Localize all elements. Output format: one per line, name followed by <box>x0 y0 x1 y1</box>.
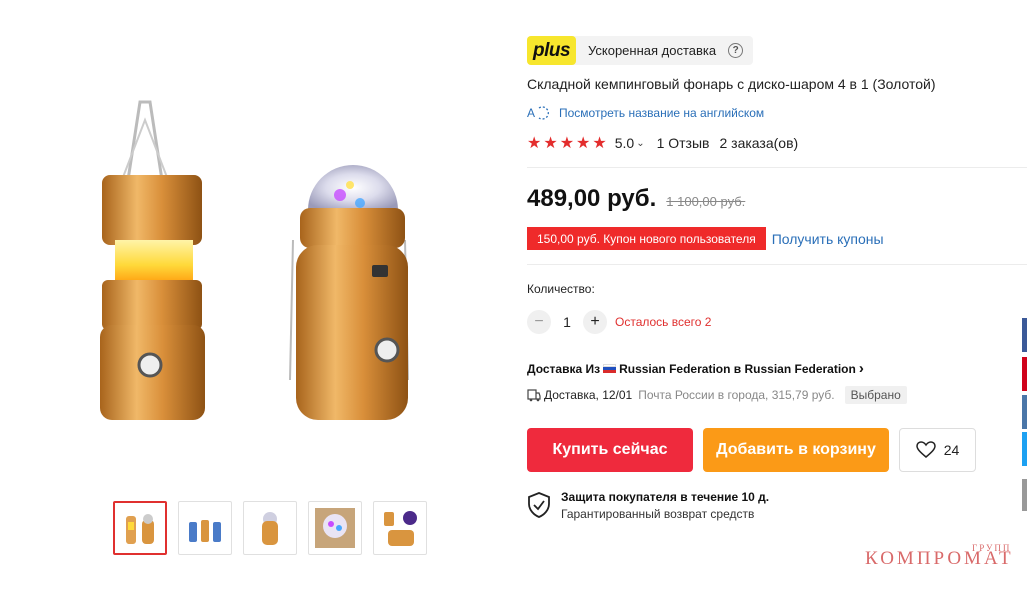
watermark: КОМПРОМАТ <box>865 548 1014 569</box>
quantity-stepper: − 1 + Осталось всего 2 <box>527 310 711 334</box>
coupon-row: 150,00 руб. Купон нового пользователя По… <box>527 227 884 250</box>
wishlist-count: 24 <box>943 442 960 458</box>
product-gallery <box>0 0 500 589</box>
buyer-protection[interactable]: Защита покупателя в течение 10 д. Гарант… <box>527 490 769 521</box>
wishlist-button[interactable]: 24 <box>899 428 976 472</box>
rating-row: ★ ★ ★ ★ ★ 5.0 ⌄ 1 Отзыв 2 заказа(ов) <box>527 133 798 153</box>
divider <box>527 264 1027 265</box>
add-to-cart-button[interactable]: Добавить в корзину <box>703 428 889 472</box>
quantity-label: Количество: <box>527 282 595 296</box>
old-price: 1 100,00 руб. <box>666 194 746 209</box>
heart-icon <box>915 441 936 458</box>
delivery-prefix: Доставка Из <box>527 361 601 376</box>
help-icon[interactable]: ? <box>728 43 744 58</box>
star-icon: ★ <box>543 135 558 152</box>
current-price: 489,00 руб. <box>527 185 657 212</box>
get-coupons-link[interactable]: Получить купоны <box>772 231 884 247</box>
selected-badge: Выбрано <box>844 386 907 404</box>
action-buttons: Купить сейчас Добавить в корзину 24 <box>527 428 976 472</box>
reviews-count[interactable]: 1 Отзыв <box>657 135 710 151</box>
plus-delivery-banner[interactable]: plus Ускоренная доставка ? <box>527 36 754 65</box>
divider <box>527 167 1027 168</box>
quantity-increase-button[interactable]: + <box>583 310 607 334</box>
main-product-image[interactable] <box>60 80 440 440</box>
russia-flag-icon <box>603 364 617 373</box>
delivery-date: Доставка, 12/01 <box>544 388 633 402</box>
quantity-decrease-button[interactable]: − <box>527 310 551 334</box>
share-vk-button[interactable] <box>1022 395 1027 429</box>
shield-check-icon <box>528 492 550 518</box>
star-icon: ★ <box>559 135 575 152</box>
star-icon: ★ <box>576 135 591 152</box>
price-row: 489,00 руб. 1 100,00 руб. <box>527 185 745 213</box>
share-pinterest-button[interactable] <box>1022 357 1027 391</box>
star-icon: ★ <box>527 135 542 152</box>
buy-now-button[interactable]: Купить сейчас <box>527 428 693 472</box>
new-user-coupon-badge: 150,00 руб. Купон нового пользователя <box>527 227 766 250</box>
plus-badge: plus <box>527 36 576 65</box>
svg-text:A: A <box>527 106 535 120</box>
translate-link-text: Посмотреть название на английском <box>559 106 765 120</box>
delivery-method: Почта России в города, 315,79 руб. <box>638 388 835 402</box>
share-more-button[interactable] <box>1022 479 1027 511</box>
rating-stars: ★ ★ ★ ★ ★ <box>527 133 607 153</box>
fast-delivery-label: Ускоренная доставка <box>588 43 717 58</box>
thumbnail-3[interactable] <box>243 501 297 555</box>
thumbnail-4[interactable] <box>308 501 362 555</box>
star-icon: ★ <box>592 135 607 152</box>
thumbnail-strip <box>113 501 427 555</box>
rating-value[interactable]: 5.0 <box>615 135 634 151</box>
product-info-panel: plus Ускоренная доставка ? Складной кемп… <box>527 0 1027 589</box>
product-title: Складной кемпинговый фонарь с диско-шаро… <box>527 76 936 92</box>
thumbnail-5[interactable] <box>373 501 427 555</box>
delivery-option[interactable]: Доставка, 12/01 Почта России в города, 3… <box>527 386 907 404</box>
chevron-right-icon: › <box>858 360 864 377</box>
delivery-route-text: Russian Federation в Russian Federation <box>619 361 856 376</box>
protection-subtitle: Гарантированный возврат средств <box>561 507 755 521</box>
quantity-value[interactable]: 1 <box>551 314 583 330</box>
delivery-route[interactable]: Доставка Из Russian Federation в Russian… <box>527 360 864 377</box>
protection-title: Защита покупателя в течение 10 д. <box>561 490 770 504</box>
thumbnail-2[interactable] <box>178 501 232 555</box>
truck-icon <box>527 389 541 402</box>
translate-link[interactable]: A Посмотреть название на английском <box>527 104 764 122</box>
translate-icon: A <box>527 106 549 120</box>
thumbnail-1[interactable] <box>113 501 167 555</box>
stock-remaining: Осталось всего 2 <box>615 315 712 329</box>
share-twitter-button[interactable] <box>1022 432 1027 466</box>
share-facebook-button[interactable] <box>1022 318 1027 352</box>
chevron-down-icon[interactable]: ⌄ <box>636 138 644 149</box>
orders-count: 2 заказа(ов) <box>719 135 799 151</box>
